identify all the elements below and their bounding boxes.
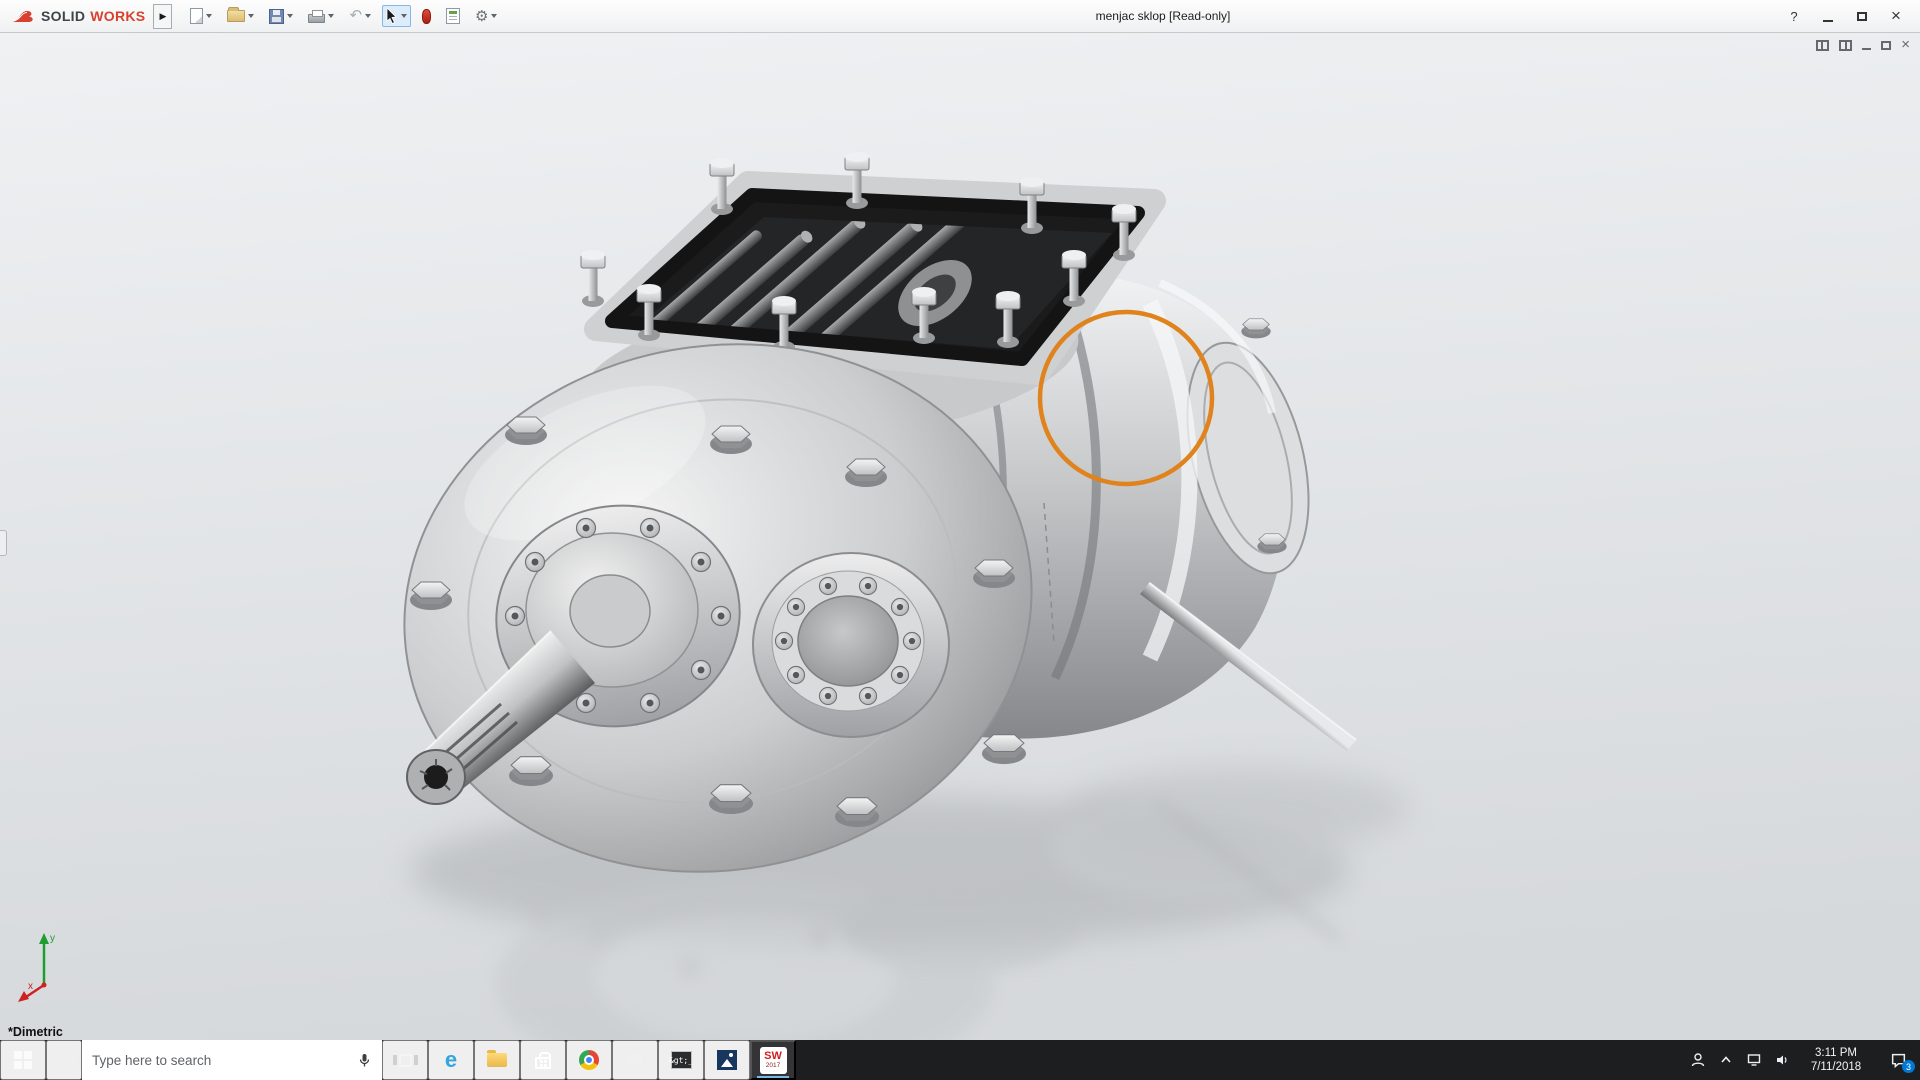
task-view-button[interactable]	[382, 1040, 428, 1080]
clock-time: 3:11 PM	[1815, 1047, 1857, 1059]
mail-envelope-icon: ✉	[627, 1050, 643, 1070]
taskbar-search[interactable]	[82, 1040, 382, 1080]
speaker-icon	[1777, 1055, 1787, 1065]
maximize-icon	[1857, 11, 1867, 21]
y-axis-arrow-icon	[39, 933, 49, 944]
people-button[interactable]	[1684, 1040, 1712, 1080]
solidworks-app-icon: SW 2017	[759, 1046, 787, 1074]
pane-right-icon[interactable]	[1839, 39, 1853, 51]
secondary-bore	[752, 552, 950, 738]
view-orientation-label: *Dimetric	[8, 1025, 63, 1039]
store-bag-icon	[535, 1051, 551, 1069]
x-axis-label: x	[28, 981, 33, 992]
options-button[interactable]: ⚙	[471, 6, 501, 27]
orientation-triad: y x	[14, 927, 86, 1010]
brand-works: WORKS	[90, 8, 146, 24]
dropdown-caret-icon[interactable]	[401, 14, 408, 18]
windows-logo-icon	[14, 1051, 32, 1069]
appearance-button[interactable]	[418, 6, 435, 27]
mail-app-button[interactable]: ✉	[612, 1040, 658, 1080]
close-button[interactable]: ×	[1882, 4, 1910, 28]
terminal-icon: &gt;_	[669, 1051, 693, 1069]
doc-minimize-button[interactable]	[1862, 48, 1872, 50]
start-button[interactable]	[0, 1040, 46, 1080]
network-button[interactable]	[1740, 1040, 1768, 1080]
taskbar-clock[interactable]: 3:11 PM 7/11/2018	[1796, 1046, 1876, 1074]
microphone-icon[interactable]	[357, 1053, 372, 1068]
select-tool-button[interactable]	[382, 5, 412, 27]
cortana-icon	[54, 1050, 74, 1070]
print-button[interactable]	[304, 6, 338, 26]
flyout-arrow-icon: ▶	[159, 10, 167, 21]
panel-collapse-handle[interactable]	[0, 530, 7, 556]
dropdown-caret-icon[interactable]	[365, 14, 372, 18]
help-button[interactable]: ?	[1780, 4, 1808, 28]
clock-date: 7/11/2018	[1810, 1061, 1862, 1073]
dropdown-caret-icon[interactable]	[328, 14, 335, 18]
task-view-icon	[392, 1053, 418, 1067]
toolbar-flyout-button[interactable]: ▶	[153, 3, 173, 29]
document-title: menjac sklop [Read-only]	[1095, 9, 1231, 23]
command-prompt-app-button[interactable]: &gt;_	[658, 1040, 704, 1080]
x-axis-arrow-icon	[18, 991, 29, 1002]
chrome-icon	[579, 1050, 599, 1070]
undo-button[interactable]: ↶	[345, 6, 375, 26]
save-button[interactable]	[265, 6, 297, 27]
edge-app-button[interactable]: e	[428, 1040, 474, 1080]
dropdown-caret-icon[interactable]	[248, 14, 255, 18]
system-tray: 3:11 PM 7/11/2018 3	[1684, 1040, 1920, 1080]
window-controls: ? ×	[1780, 4, 1920, 28]
new-document-button[interactable]	[186, 5, 216, 27]
properties-sheet-icon	[446, 8, 461, 24]
action-center-button[interactable]: 3	[1876, 1040, 1920, 1080]
windows-taskbar: e ✉ &gt;_ SW 2017	[0, 1040, 1920, 1080]
tray-overflow-button[interactable]	[1712, 1040, 1740, 1080]
volume-button[interactable]	[1768, 1040, 1796, 1080]
pane-left-icon[interactable]	[1816, 39, 1830, 51]
file-explorer-app-button[interactable]	[474, 1040, 520, 1080]
photos-app-button[interactable]	[704, 1040, 750, 1080]
solidworks-logo: SOLID WORKS	[0, 8, 153, 25]
dropdown-caret-icon[interactable]	[491, 14, 498, 18]
ds-logo-icon	[12, 10, 33, 22]
maximize-button[interactable]	[1848, 4, 1876, 28]
cortana-button[interactable]	[46, 1040, 82, 1080]
search-input[interactable]	[92, 1052, 349, 1068]
new-document-icon	[190, 8, 204, 24]
doc-close-button[interactable]: ×	[1901, 37, 1910, 52]
doc-restore-button[interactable]	[1881, 40, 1892, 50]
open-button[interactable]	[223, 7, 258, 25]
main-toolbar: ↶ ⚙	[186, 5, 501, 27]
dropdown-caret-icon[interactable]	[206, 14, 213, 18]
y-axis-label: y	[50, 933, 55, 944]
brand-solid: SOLID	[41, 8, 86, 24]
people-icon	[1691, 1053, 1705, 1067]
gear-icon: ⚙	[475, 7, 489, 25]
open-folder-icon	[227, 7, 246, 22]
gearbox-model[interactable]	[0, 33, 1920, 1040]
undo-arrow-icon: ↶	[349, 7, 363, 24]
minimize-button[interactable]	[1814, 4, 1842, 28]
properties-button[interactable]	[442, 5, 464, 27]
photos-icon	[717, 1050, 737, 1070]
graphics-area[interactable]: × y x *Dimetric	[0, 33, 1920, 1040]
minimize-icon	[1823, 19, 1833, 22]
document-window-controls: ×	[1816, 37, 1910, 53]
appearance-icon	[422, 8, 432, 24]
solidworks-app-button[interactable]: SW 2017	[750, 1040, 796, 1080]
chevron-up-icon	[1721, 1056, 1731, 1063]
network-icon	[1747, 1054, 1761, 1066]
printer-icon	[308, 10, 326, 23]
dropdown-caret-icon[interactable]	[287, 14, 294, 18]
save-floppy-icon	[269, 8, 285, 24]
notification-badge: 3	[1902, 1060, 1915, 1073]
edge-icon: e	[444, 1047, 458, 1072]
select-cursor-icon	[386, 8, 397, 24]
titlebar: SOLID WORKS ▶ ↶ ⚙ menjac sklop [Read-only…	[0, 0, 1920, 33]
store-app-button[interactable]	[520, 1040, 566, 1080]
chrome-app-button[interactable]	[566, 1040, 612, 1080]
folder-icon	[487, 1050, 507, 1067]
